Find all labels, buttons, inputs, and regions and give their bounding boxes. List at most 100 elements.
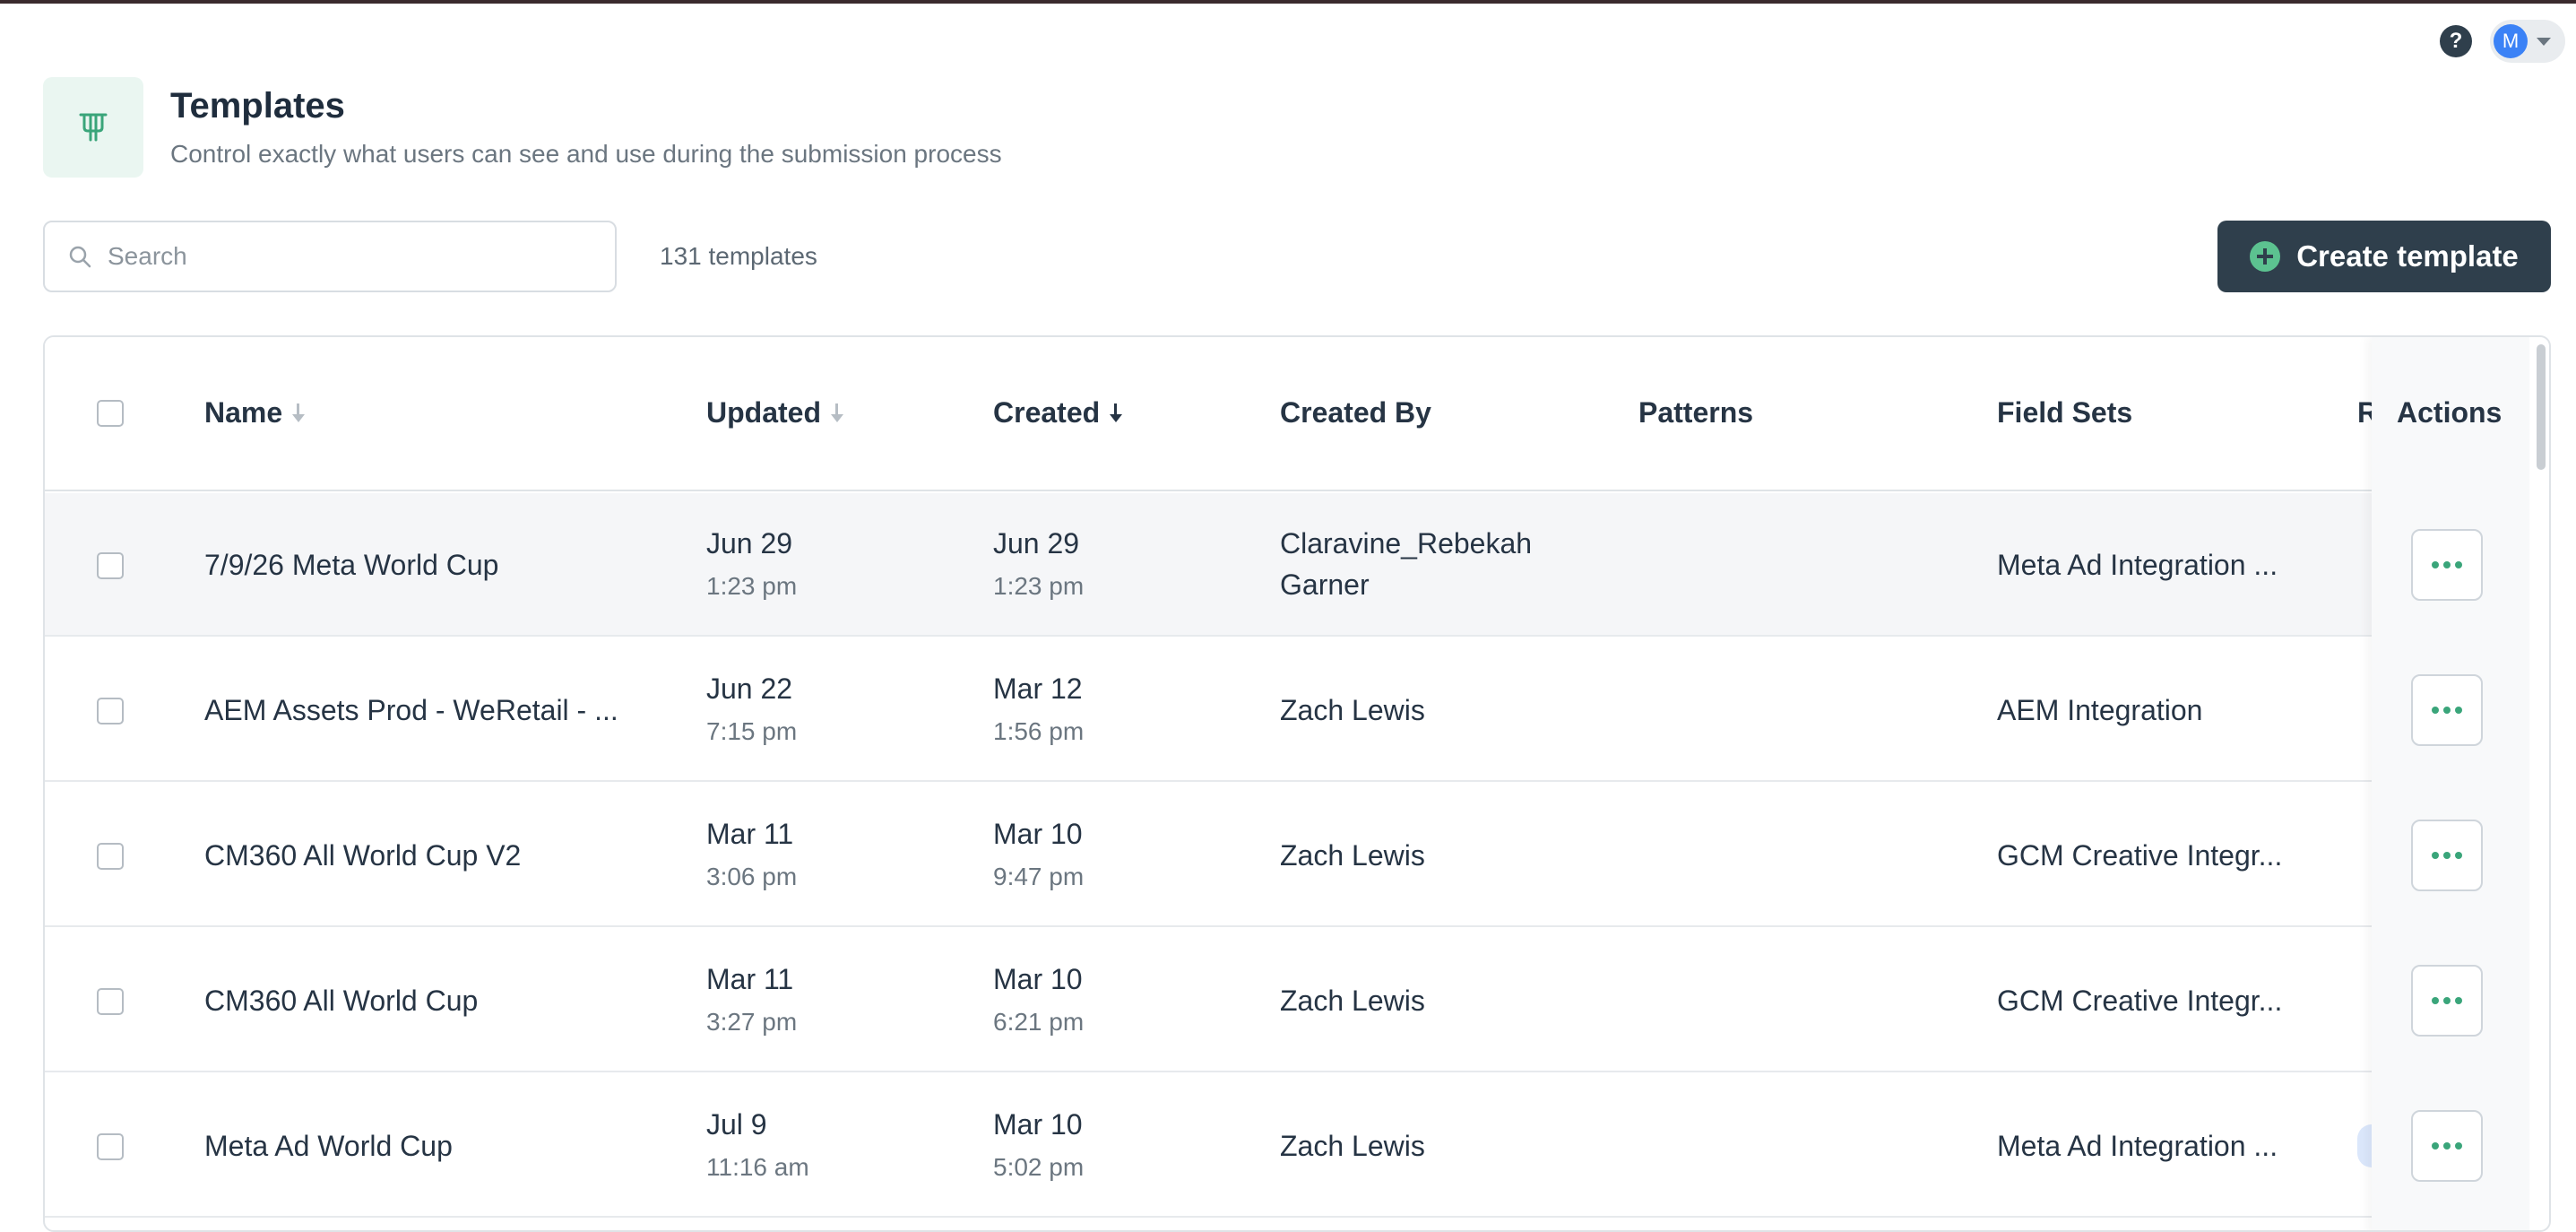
templates-table: Name Updated Created Created By Patterns… bbox=[43, 335, 2551, 1232]
row-checkbox[interactable] bbox=[97, 843, 124, 870]
user-menu[interactable]: M bbox=[2490, 20, 2565, 63]
table-row[interactable]: CM360 All World Cup Mar 11 3:27 pm Mar 1… bbox=[45, 929, 2529, 1072]
search-input[interactable] bbox=[108, 242, 592, 271]
column-header-updated[interactable]: Updated bbox=[706, 396, 844, 429]
more-icon bbox=[2432, 1142, 2439, 1150]
field-sets: GCM Creative Integr... bbox=[1997, 985, 2283, 1017]
template-name[interactable]: CM360 All World Cup bbox=[204, 985, 478, 1018]
table-row[interactable]: CM360 All World Cup V2 Mar 11 3:06 pm Ma… bbox=[45, 784, 2529, 927]
updated-time: 1:23 pm bbox=[706, 572, 798, 600]
updated-date: Jun 29 bbox=[706, 527, 793, 560]
column-header-patterns: Patterns bbox=[1638, 396, 1754, 429]
create-template-label: Create template bbox=[2296, 239, 2519, 273]
field-sets: GCM Creative Integr... bbox=[1997, 839, 2283, 872]
created-by: Zach Lewis bbox=[1280, 694, 1425, 726]
more-icon bbox=[2455, 852, 2462, 859]
created-time: 6:21 pm bbox=[993, 1008, 1085, 1036]
table-row[interactable]: AEM Assets Prod - WeRetail - ... Jun 22 … bbox=[45, 638, 2529, 782]
row-checkbox[interactable] bbox=[97, 552, 124, 579]
column-header-name[interactable]: Name bbox=[204, 396, 306, 429]
avatar: M bbox=[2494, 24, 2528, 58]
updated-date: Mar 11 bbox=[706, 818, 794, 850]
template-name[interactable]: 7/9/26 Meta World Cup bbox=[204, 549, 498, 582]
vertical-scrollbar[interactable] bbox=[2537, 344, 2546, 470]
created-time: 1:56 pm bbox=[993, 717, 1085, 745]
status-badge bbox=[2357, 1124, 2372, 1167]
table-row[interactable]: 7/9/26 Meta World Cup Jun 29 1:23 pm Jun… bbox=[45, 493, 2529, 637]
plus-circle-icon bbox=[2250, 241, 2281, 272]
more-icon bbox=[2432, 561, 2439, 568]
template-name[interactable]: AEM Assets Prod - WeRetail - ... bbox=[204, 694, 618, 727]
field-sets: Meta Ad Integration ... bbox=[1997, 549, 2278, 581]
column-header-truncated: R bbox=[2357, 396, 2372, 429]
created-date: Jun 29 bbox=[993, 527, 1080, 560]
template-count: 131 templates bbox=[660, 242, 817, 270]
more-icon bbox=[2455, 707, 2462, 714]
column-header-created-by: Created By bbox=[1280, 396, 1431, 429]
row-checkbox[interactable] bbox=[97, 1133, 124, 1160]
row-actions-button[interactable] bbox=[2411, 529, 2483, 601]
more-icon bbox=[2443, 561, 2451, 568]
select-all-checkbox[interactable] bbox=[97, 400, 124, 427]
column-header-label: Created bbox=[993, 396, 1101, 429]
created-by: Claravine_Rebekah bbox=[1280, 527, 1533, 560]
page-subtitle: Control exactly what users can see and u… bbox=[170, 140, 1002, 168]
created-date: Mar 10 bbox=[993, 963, 1083, 995]
row-actions-button[interactable] bbox=[2411, 820, 2483, 891]
table-row[interactable]: Meta Ad World Cup Jul 9 11:16 am Mar 10 … bbox=[45, 1074, 2529, 1218]
more-icon bbox=[2455, 561, 2462, 568]
updated-time: 3:27 pm bbox=[706, 1008, 798, 1036]
created-time: 9:47 pm bbox=[993, 863, 1085, 890]
more-icon bbox=[2443, 1142, 2451, 1150]
column-header-field-sets: Field Sets bbox=[1997, 396, 2133, 429]
field-sets: Meta Ad Integration ... bbox=[1997, 1130, 2278, 1162]
column-header-created[interactable]: Created bbox=[993, 396, 1123, 429]
more-icon bbox=[2443, 997, 2451, 1004]
sort-arrow-active-icon bbox=[1109, 403, 1123, 423]
more-icon bbox=[2443, 852, 2451, 859]
more-icon bbox=[2432, 997, 2439, 1004]
row-actions-button[interactable] bbox=[2411, 965, 2483, 1037]
chevron-down-icon bbox=[2537, 37, 2551, 46]
table-header: Name Updated Created Created By Patterns… bbox=[45, 337, 2529, 491]
template-name[interactable]: CM360 All World Cup V2 bbox=[204, 839, 521, 872]
more-icon bbox=[2432, 707, 2439, 714]
actions-column bbox=[2372, 337, 2529, 1230]
create-template-button[interactable]: Create template bbox=[2217, 221, 2551, 292]
row-actions-button[interactable] bbox=[2411, 1110, 2483, 1182]
more-icon bbox=[2455, 997, 2462, 1004]
row-checkbox[interactable] bbox=[97, 988, 124, 1015]
created-by: Zach Lewis bbox=[1280, 839, 1425, 872]
search-box[interactable] bbox=[43, 221, 617, 292]
created-date: Mar 12 bbox=[993, 672, 1083, 705]
updated-time: 11:16 am bbox=[706, 1153, 809, 1181]
more-icon bbox=[2443, 707, 2451, 714]
column-header-label: Name bbox=[204, 396, 283, 429]
column-header-actions: Actions bbox=[2397, 396, 2503, 429]
field-sets: AEM Integration bbox=[1997, 694, 2203, 726]
column-header-label: Updated bbox=[706, 396, 821, 429]
row-checkbox[interactable] bbox=[97, 698, 124, 724]
search-icon bbox=[69, 246, 91, 268]
updated-time: 3:06 pm bbox=[706, 863, 798, 890]
created-date: Mar 10 bbox=[993, 1108, 1083, 1141]
row-actions-button[interactable] bbox=[2411, 674, 2483, 746]
more-icon bbox=[2432, 852, 2439, 859]
updated-date: Jul 9 bbox=[706, 1108, 767, 1141]
created-by: Zach Lewis bbox=[1280, 1130, 1425, 1162]
help-icon[interactable]: ? bbox=[2440, 25, 2472, 57]
updated-date: Jun 22 bbox=[706, 672, 793, 705]
page-title: Templates bbox=[170, 86, 345, 126]
more-icon bbox=[2455, 1142, 2462, 1150]
sort-arrow-icon bbox=[830, 403, 844, 423]
template-name[interactable]: Meta Ad World Cup bbox=[204, 1130, 453, 1163]
updated-time: 7:15 pm bbox=[706, 717, 798, 745]
template-icon bbox=[43, 77, 143, 178]
top-border bbox=[0, 0, 2576, 4]
created-time: 5:02 pm bbox=[993, 1153, 1085, 1181]
created-by: Zach Lewis bbox=[1280, 985, 1425, 1017]
created-date: Mar 10 bbox=[993, 818, 1083, 850]
created-time: 1:23 pm bbox=[993, 572, 1085, 600]
created-by-line2: Garner bbox=[1280, 568, 1370, 601]
updated-date: Mar 11 bbox=[706, 963, 794, 995]
